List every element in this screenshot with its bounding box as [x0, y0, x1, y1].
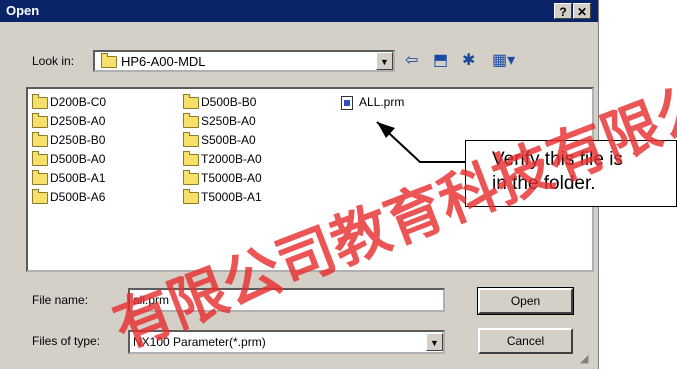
callout-line-1: Verify this file is: [492, 149, 623, 170]
callout-line-2: in the folder.: [492, 173, 596, 194]
callout-box: Verify this file is in the folder.: [465, 140, 677, 207]
